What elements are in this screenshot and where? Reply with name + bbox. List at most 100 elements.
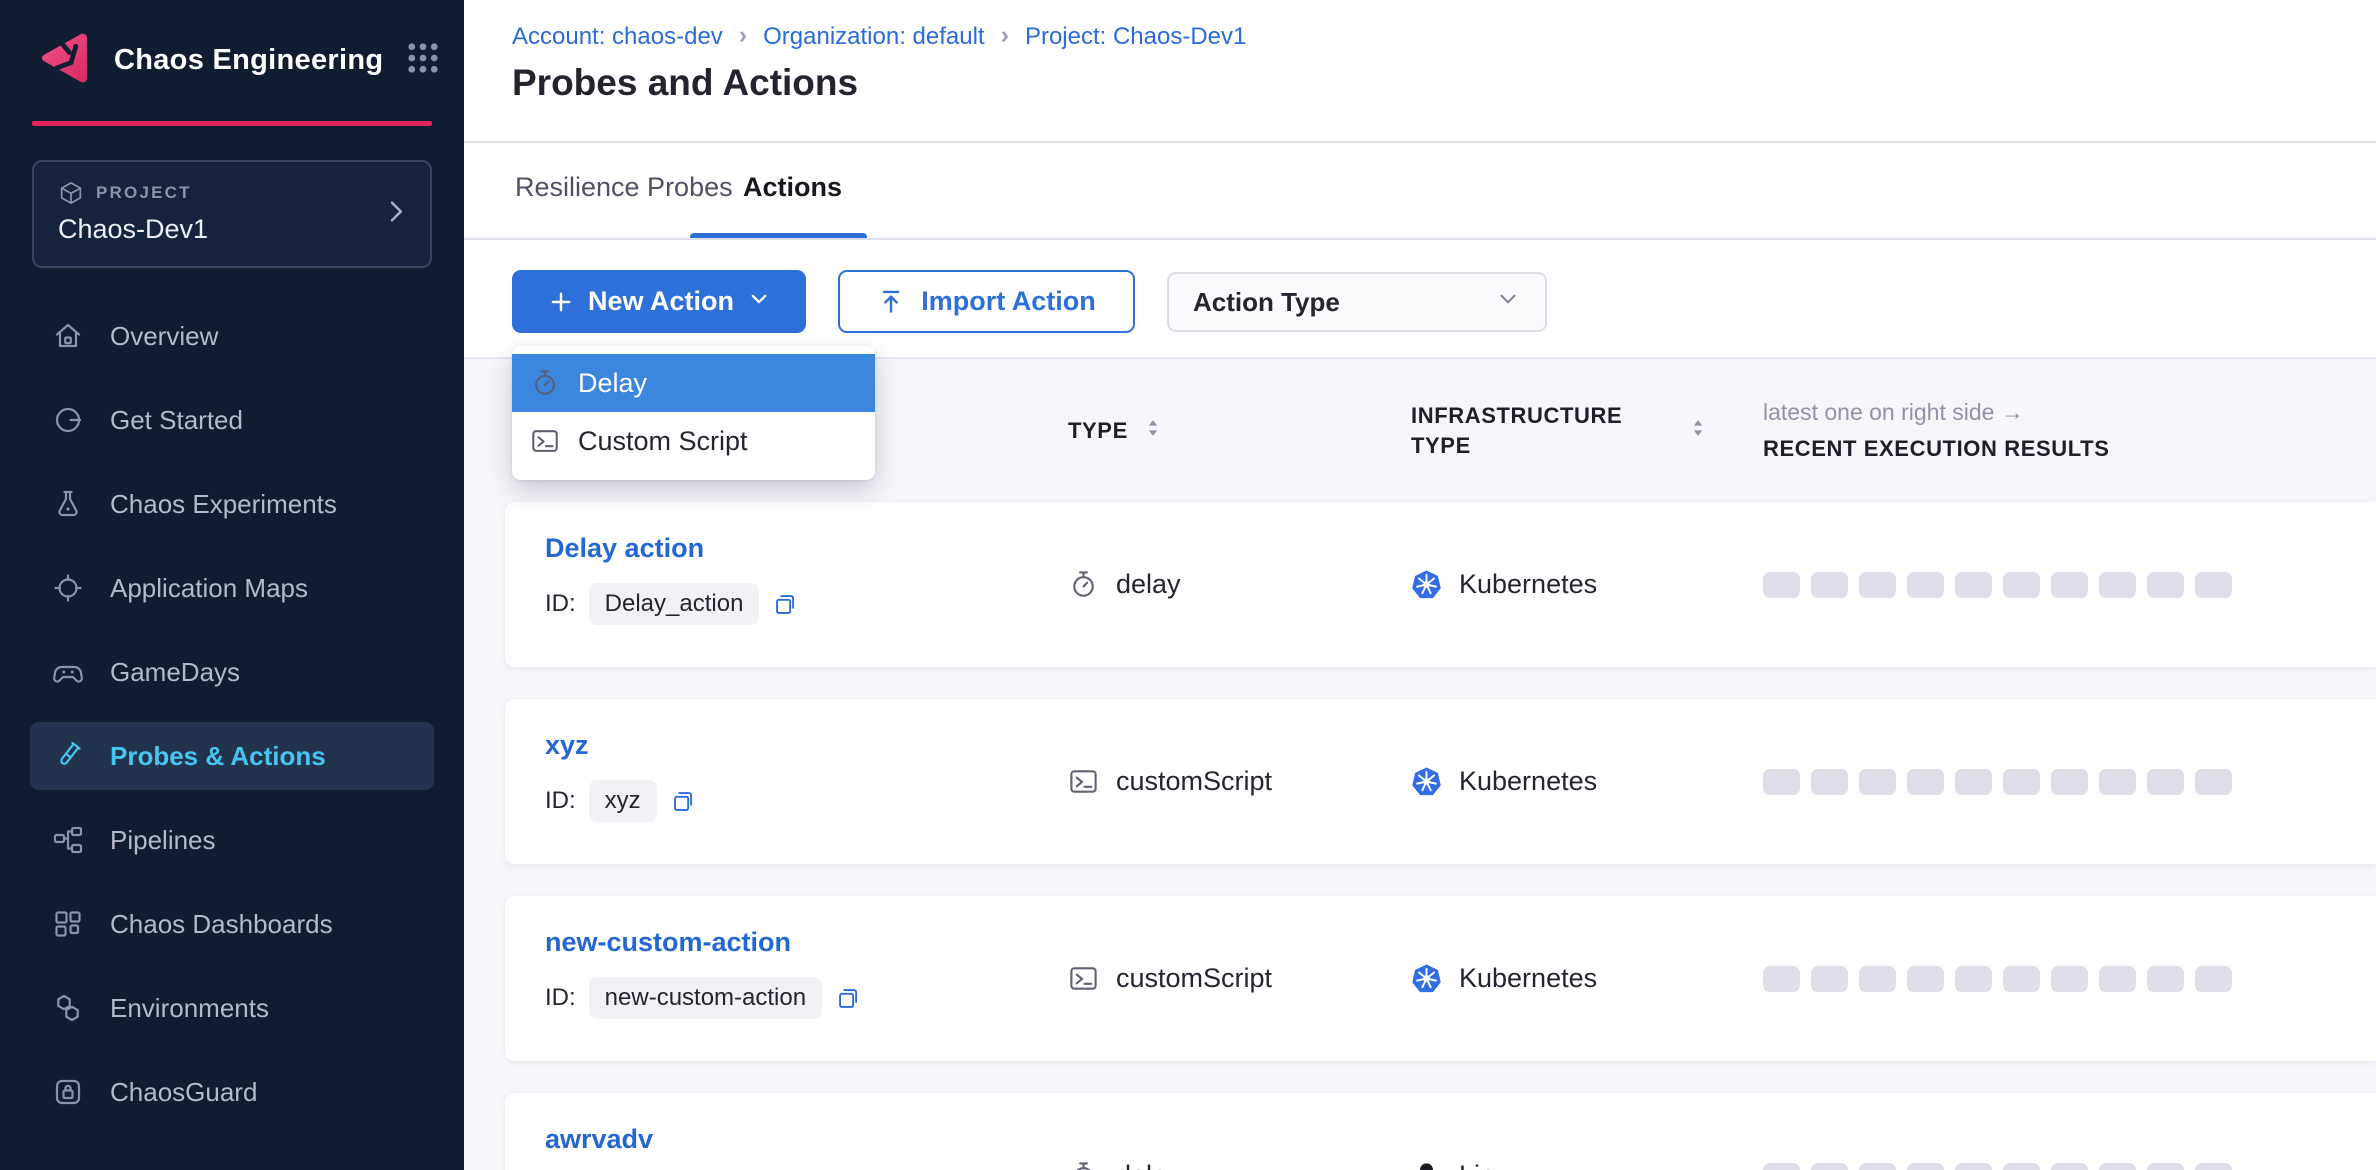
project-name: Chaos-Dev1: [58, 214, 406, 245]
name-cell: new-custom-actionID:new-custom-action: [545, 927, 862, 1019]
id-label: ID:: [545, 787, 576, 815]
copy-id-button[interactable]: [835, 985, 862, 1012]
new-action-button[interactable]: New Action: [512, 270, 806, 333]
sidebar-item-probes-actions[interactable]: Probes & Actions: [30, 722, 434, 790]
copy-id-button[interactable]: [772, 591, 799, 618]
execution-result-placeholder: [1955, 1163, 1992, 1170]
tab-resilience-probes[interactable]: Resilience Probes: [515, 172, 733, 203]
project-label: PROJECT: [96, 183, 192, 203]
infrastructure-value: Kubernetes: [1459, 766, 1597, 797]
execution-result-placeholder: [1811, 1163, 1848, 1170]
harness-chaos-logo-icon: [36, 29, 94, 92]
table-row: new-custom-actionID:new-custom-action cus…: [505, 896, 2376, 1061]
action-type-select[interactable]: Action Type: [1167, 272, 1547, 332]
breadcrumb-separator: ›: [1001, 21, 1009, 50]
sidebar-item-gamedays[interactable]: GameDays: [30, 638, 434, 706]
app-window: Chaos Engineering PROJECT Chaos-Dev1: [0, 0, 2376, 1170]
execution-result-placeholder: [2099, 1163, 2136, 1170]
infrastructure-cell: Kubernetes: [1411, 896, 1597, 1061]
sidebar-item-label: Chaos Experiments: [110, 489, 337, 520]
name-cell: Delay action ID: Delay_action: [545, 533, 799, 625]
sidebar-item-label: Pipelines: [110, 825, 216, 856]
execution-result-placeholder: [2147, 1163, 2184, 1170]
sidebar-item-label: Chaos Dashboards: [110, 909, 333, 940]
execution-result-placeholder: [1907, 966, 1944, 992]
kubernetes-icon: [1411, 963, 1442, 994]
execution-result-placeholder: [1859, 769, 1896, 795]
breadcrumb-link-0[interactable]: Account: chaos-dev: [512, 23, 723, 51]
action-id-value: xyz: [589, 780, 657, 822]
sort-icon[interactable]: [1687, 417, 1709, 444]
sidebar-nav: Overview Get Started Chaos Experiments Appl…: [0, 302, 464, 1142]
menu-item-label: Custom Script: [578, 426, 748, 457]
stopwatch-icon: [530, 368, 560, 398]
sidebar-header: Chaos Engineering: [36, 28, 428, 92]
execution-result-placeholder: [2003, 966, 2040, 992]
new-action-dropdown-menu: Delay Custom Script: [512, 346, 875, 480]
terminal-icon: [1068, 766, 1099, 797]
action-id-value: new-custom-action: [589, 977, 822, 1019]
sort-icon[interactable]: [1142, 417, 1164, 444]
sidebar-item-label: Probes & Actions: [110, 741, 326, 772]
stopwatch-icon: [1068, 569, 1099, 600]
recent-execution-results: [1763, 896, 2232, 1061]
execution-result-placeholder: [2099, 769, 2136, 795]
menu-item-custom-script[interactable]: Custom Script: [512, 412, 875, 470]
sidebar-item-overview[interactable]: Overview: [30, 302, 434, 370]
recent-execution-results: [1763, 699, 2232, 864]
copy-icon: [835, 985, 862, 1012]
sidebar-item-label: Environments: [110, 993, 269, 1024]
type-value: customScript: [1116, 963, 1272, 994]
home-icon: [52, 320, 84, 352]
execution-result-placeholder: [2147, 966, 2184, 992]
menu-item-delay[interactable]: Delay: [512, 354, 875, 412]
tab-actions[interactable]: Actions: [743, 172, 842, 203]
chevron-down-icon: [748, 286, 770, 317]
sidebar-item-environments[interactable]: Environments: [30, 974, 434, 1042]
header-divider: [464, 141, 2376, 143]
action-id-value: Delay_action: [589, 583, 760, 625]
pipelines-icon: [52, 824, 84, 856]
page-title: Probes and Actions: [512, 62, 858, 104]
id-label: ID:: [545, 590, 576, 618]
infrastructure-value: Kubernetes: [1459, 569, 1597, 600]
infrastructure-value: Kubernetes: [1459, 963, 1597, 994]
column-header-infrastructure-type: INFRASTRUCTURE TYPE: [1411, 401, 1651, 460]
action-name-link[interactable]: Delay action: [545, 533, 799, 564]
name-cell: awrvadv: [545, 1124, 653, 1155]
type-cell: customScript: [1068, 896, 1272, 1061]
app-launcher-grid-icon[interactable]: [403, 38, 443, 83]
execution-result-placeholder: [1859, 966, 1896, 992]
sidebar: Chaos Engineering PROJECT Chaos-Dev1: [0, 0, 464, 1170]
execution-result-placeholder: [1907, 769, 1944, 795]
sidebar-item-chaos-dashboards[interactable]: Chaos Dashboards: [30, 890, 434, 958]
infrastructure-cell: Kubernetes: [1411, 502, 1597, 667]
execution-result-placeholder: [2051, 769, 2088, 795]
main-content: Account: chaos-dev › Organization: default…: [464, 0, 2376, 1170]
action-name-link[interactable]: new-custom-action: [545, 927, 862, 958]
copy-id-button[interactable]: [670, 788, 697, 815]
action-name-link[interactable]: xyz: [545, 730, 697, 761]
breadcrumb: Account: chaos-dev › Organization: default…: [512, 22, 1246, 51]
sidebar-item-application-maps[interactable]: Application Maps: [30, 554, 434, 622]
breadcrumb-link-1[interactable]: Organization: default: [763, 23, 984, 51]
execution-result-placeholder: [2099, 966, 2136, 992]
sidebar-item-chaosguard[interactable]: ChaosGuard: [30, 1058, 434, 1126]
target-icon: [52, 572, 84, 604]
action-name-link[interactable]: awrvadv: [545, 1124, 653, 1155]
sidebar-item-get-started[interactable]: Get Started: [30, 386, 434, 454]
breadcrumb-link-2[interactable]: Project: Chaos-Dev1: [1025, 23, 1246, 51]
table-row: awrvadvdelayLinux: [505, 1093, 2376, 1170]
table-row: xyzID:xyzcustomScriptKubernetes: [505, 699, 2376, 864]
upload-icon: [877, 288, 905, 316]
project-selector[interactable]: PROJECT Chaos-Dev1: [32, 160, 432, 268]
linux-icon: [1411, 1160, 1442, 1170]
action-id-row: ID: xyz: [545, 780, 697, 822]
sidebar-item-chaos-experiments[interactable]: Chaos Experiments: [30, 470, 434, 538]
sidebar-item-pipelines[interactable]: Pipelines: [30, 806, 434, 874]
import-action-button[interactable]: Import Action: [838, 270, 1135, 333]
lock-icon: [52, 1076, 84, 1108]
execution-result-placeholder: [2003, 572, 2040, 598]
execution-result-placeholder: [1955, 769, 1992, 795]
execution-result-placeholder: [2195, 1163, 2232, 1170]
